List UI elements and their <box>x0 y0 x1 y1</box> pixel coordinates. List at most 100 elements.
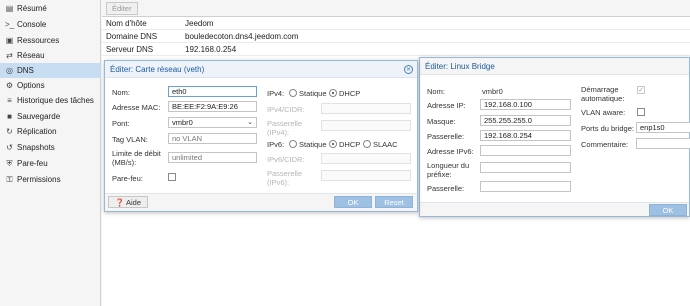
veth-ipv6-label: IPv6: <box>267 140 285 149</box>
veth-bridge-select[interactable]: vmbr0 ⌄ <box>168 117 257 128</box>
bridge-dialog: Éditer: Linux Bridge Nom: vmbr0 Adresse … <box>419 57 690 217</box>
dns-row-domain[interactable]: Domaine DNS bouledecoton.dns4.jeedom.com <box>102 31 690 43</box>
sidebar: ▤ Résumé >_ Console ▣ Ressources ⇄ Réseau ◎ DNS ⚙ O… <box>0 0 101 306</box>
sidebar-item[interactable]: ≡ Historique des tâches <box>0 93 101 108</box>
veth-ipv4-label: IPv4: <box>267 89 285 98</box>
sidebar-item-label: Console <box>17 20 47 29</box>
bridge-vlan-aware-checkbox[interactable] <box>637 108 645 116</box>
bridge-autostart-checkbox[interactable]: ✓ <box>637 86 645 94</box>
ipv6-static-radio[interactable] <box>289 140 297 148</box>
dns-key: Domaine DNS <box>106 32 158 41</box>
history-icon: ↺ <box>6 143 13 152</box>
retweet-icon: ↻ <box>6 127 13 136</box>
veth-mac-field[interactable]: BE:EE:F2:9A:E9:26 <box>168 101 257 112</box>
terminal-icon: >_ <box>5 20 15 29</box>
veth-bridge-label: Pont: <box>112 119 130 128</box>
close-icon[interactable]: ✕ <box>404 65 413 74</box>
sidebar-item[interactable]: ⚙ Options <box>0 78 101 93</box>
veth-vlan-field[interactable]: no VLAN <box>168 133 257 144</box>
ipv4-static-label: Statique <box>299 89 327 98</box>
ipv4-dhcp-label: DHCP <box>339 89 361 98</box>
ipv6-slaac-radio[interactable] <box>363 140 371 148</box>
sidebar-item-label: DNS <box>17 66 34 75</box>
bridge-prefix-field[interactable] <box>480 162 571 173</box>
help-button[interactable]: ❓ Aide <box>108 196 148 208</box>
ipv6-dhcp-radio[interactable] <box>329 140 337 148</box>
reset-button[interactable]: Reset <box>375 196 413 208</box>
bridge-ip-label: Adresse IP: <box>427 101 466 110</box>
toolbar: Éditer <box>102 0 690 17</box>
sidebar-item-label: Historique des tâches <box>17 96 94 105</box>
sidebar-item[interactable]: ▤ Résumé <box>0 1 101 16</box>
veth-firewall-checkbox[interactable] <box>168 173 176 181</box>
bridge-gw6-label: Passerelle: <box>427 184 465 193</box>
bridge-ipv6-label: Adresse IPv6: <box>427 147 474 156</box>
bridge-gw-field[interactable]: 192.168.0.254 <box>480 130 571 141</box>
dns-row-server[interactable]: Serveur DNS 192.168.0.254 <box>102 44 690 56</box>
shield-icon: ⛨ <box>6 159 13 168</box>
veth-gw4-field[interactable] <box>321 120 411 131</box>
ipv6-slaac-label: SLAAC <box>373 140 398 149</box>
veth-ok-button[interactable]: OK <box>334 196 372 208</box>
sidebar-item-label: Réplication <box>17 127 57 136</box>
bridge-comment-field[interactable] <box>636 138 690 149</box>
sidebar-item[interactable]: ▣ Ressources <box>0 33 101 48</box>
veth-ipv6-cidr-label: IPv6/CIDR: <box>267 155 305 164</box>
sidebar-item[interactable]: ↺ Snapshots <box>0 140 101 155</box>
veth-dialog-title: Éditer: Carte réseau (veth) <box>105 61 417 78</box>
bridge-ipv6-field[interactable] <box>480 145 571 156</box>
ipv6-dhcp-label: DHCP <box>339 140 361 149</box>
dns-key: Nom d'hôte <box>106 19 147 28</box>
sidebar-item-label: Snapshots <box>17 143 55 152</box>
bridge-mask-field[interactable]: 255.255.255.0 <box>480 115 571 126</box>
bridge-gw-label: Passerelle: <box>427 132 465 141</box>
veth-firewall-label: Pare-feu: <box>112 174 143 183</box>
sidebar-item[interactable]: ⚿ Permissions <box>0 172 101 187</box>
sidebar-item-label: Sauvegarde <box>17 112 61 121</box>
floppy-icon: ■ <box>7 112 12 121</box>
bridge-ports-field[interactable]: enp1s0 <box>636 122 690 133</box>
globe-icon: ◎ <box>6 66 13 75</box>
veth-vlan-label: Tag VLAN: <box>112 135 148 144</box>
bridge-comment-label: Commentaire: <box>581 140 629 149</box>
veth-gw6-label: Passerelle (IPv6): <box>267 169 303 187</box>
sidebar-item-label: Réseau <box>17 51 45 60</box>
cube-icon: ▣ <box>5 36 14 45</box>
sidebar-item[interactable]: ◎ DNS <box>0 63 101 78</box>
sidebar-item[interactable]: ■ Sauvegarde <box>0 109 101 124</box>
bridge-gw6-field[interactable] <box>480 181 571 192</box>
veth-name-field[interactable]: eth0 <box>168 86 257 97</box>
veth-dialog: Éditer: Carte réseau (veth) ✕ Nom: eth0 … <box>104 60 418 212</box>
sidebar-item[interactable]: ⛨ Pare-feu <box>0 156 101 171</box>
help-icon: ❓ <box>114 198 125 207</box>
sidebar-item-label: Pare-feu <box>17 159 48 168</box>
veth-ipv4-cidr-field[interactable] <box>321 103 411 114</box>
veth-dialog-footer: ❓ Aide OK Reset <box>105 193 417 211</box>
gear-icon: ⚙ <box>5 81 14 90</box>
bridge-dialog-footer: OK <box>420 202 689 216</box>
veth-mac-label: Adresse MAC: <box>112 103 161 112</box>
help-button-label: Aide <box>126 198 142 207</box>
ipv4-static-radio[interactable] <box>289 89 297 97</box>
sidebar-item[interactable]: ↻ Réplication <box>0 124 101 139</box>
veth-gw4-label: Passerelle (IPv4): <box>267 119 303 137</box>
veth-ipv6-cidr-field[interactable] <box>321 153 411 164</box>
sidebar-item[interactable]: >_ Console <box>0 17 101 32</box>
dns-row-hostname[interactable]: Nom d'hôte Jeedom <box>102 18 690 30</box>
bridge-ok-button[interactable]: OK <box>649 204 687 216</box>
dns-value: 192.168.0.254 <box>185 45 237 54</box>
sidebar-item[interactable]: ⇄ Réseau <box>0 48 101 63</box>
veth-gw6-field[interactable] <box>321 170 411 181</box>
bridge-vlan-aware-label: VLAN aware: <box>581 108 626 117</box>
veth-bridge-value: vmbr0 <box>172 118 193 127</box>
edit-button[interactable]: Éditer <box>106 2 138 15</box>
veth-name-label: Nom: <box>112 88 130 97</box>
bridge-name-label: Nom: <box>427 87 445 96</box>
chevron-down-icon[interactable]: ⌄ <box>247 118 253 127</box>
sidebar-item-label: Options <box>17 81 45 90</box>
dns-value: Jeedom <box>185 19 214 28</box>
bridge-ip-field[interactable]: 192.168.0.100 <box>480 99 571 110</box>
veth-rate-field[interactable]: unlimited <box>168 152 257 163</box>
sidebar-item-label: Ressources <box>17 36 60 45</box>
ipv4-dhcp-radio[interactable] <box>329 89 337 97</box>
